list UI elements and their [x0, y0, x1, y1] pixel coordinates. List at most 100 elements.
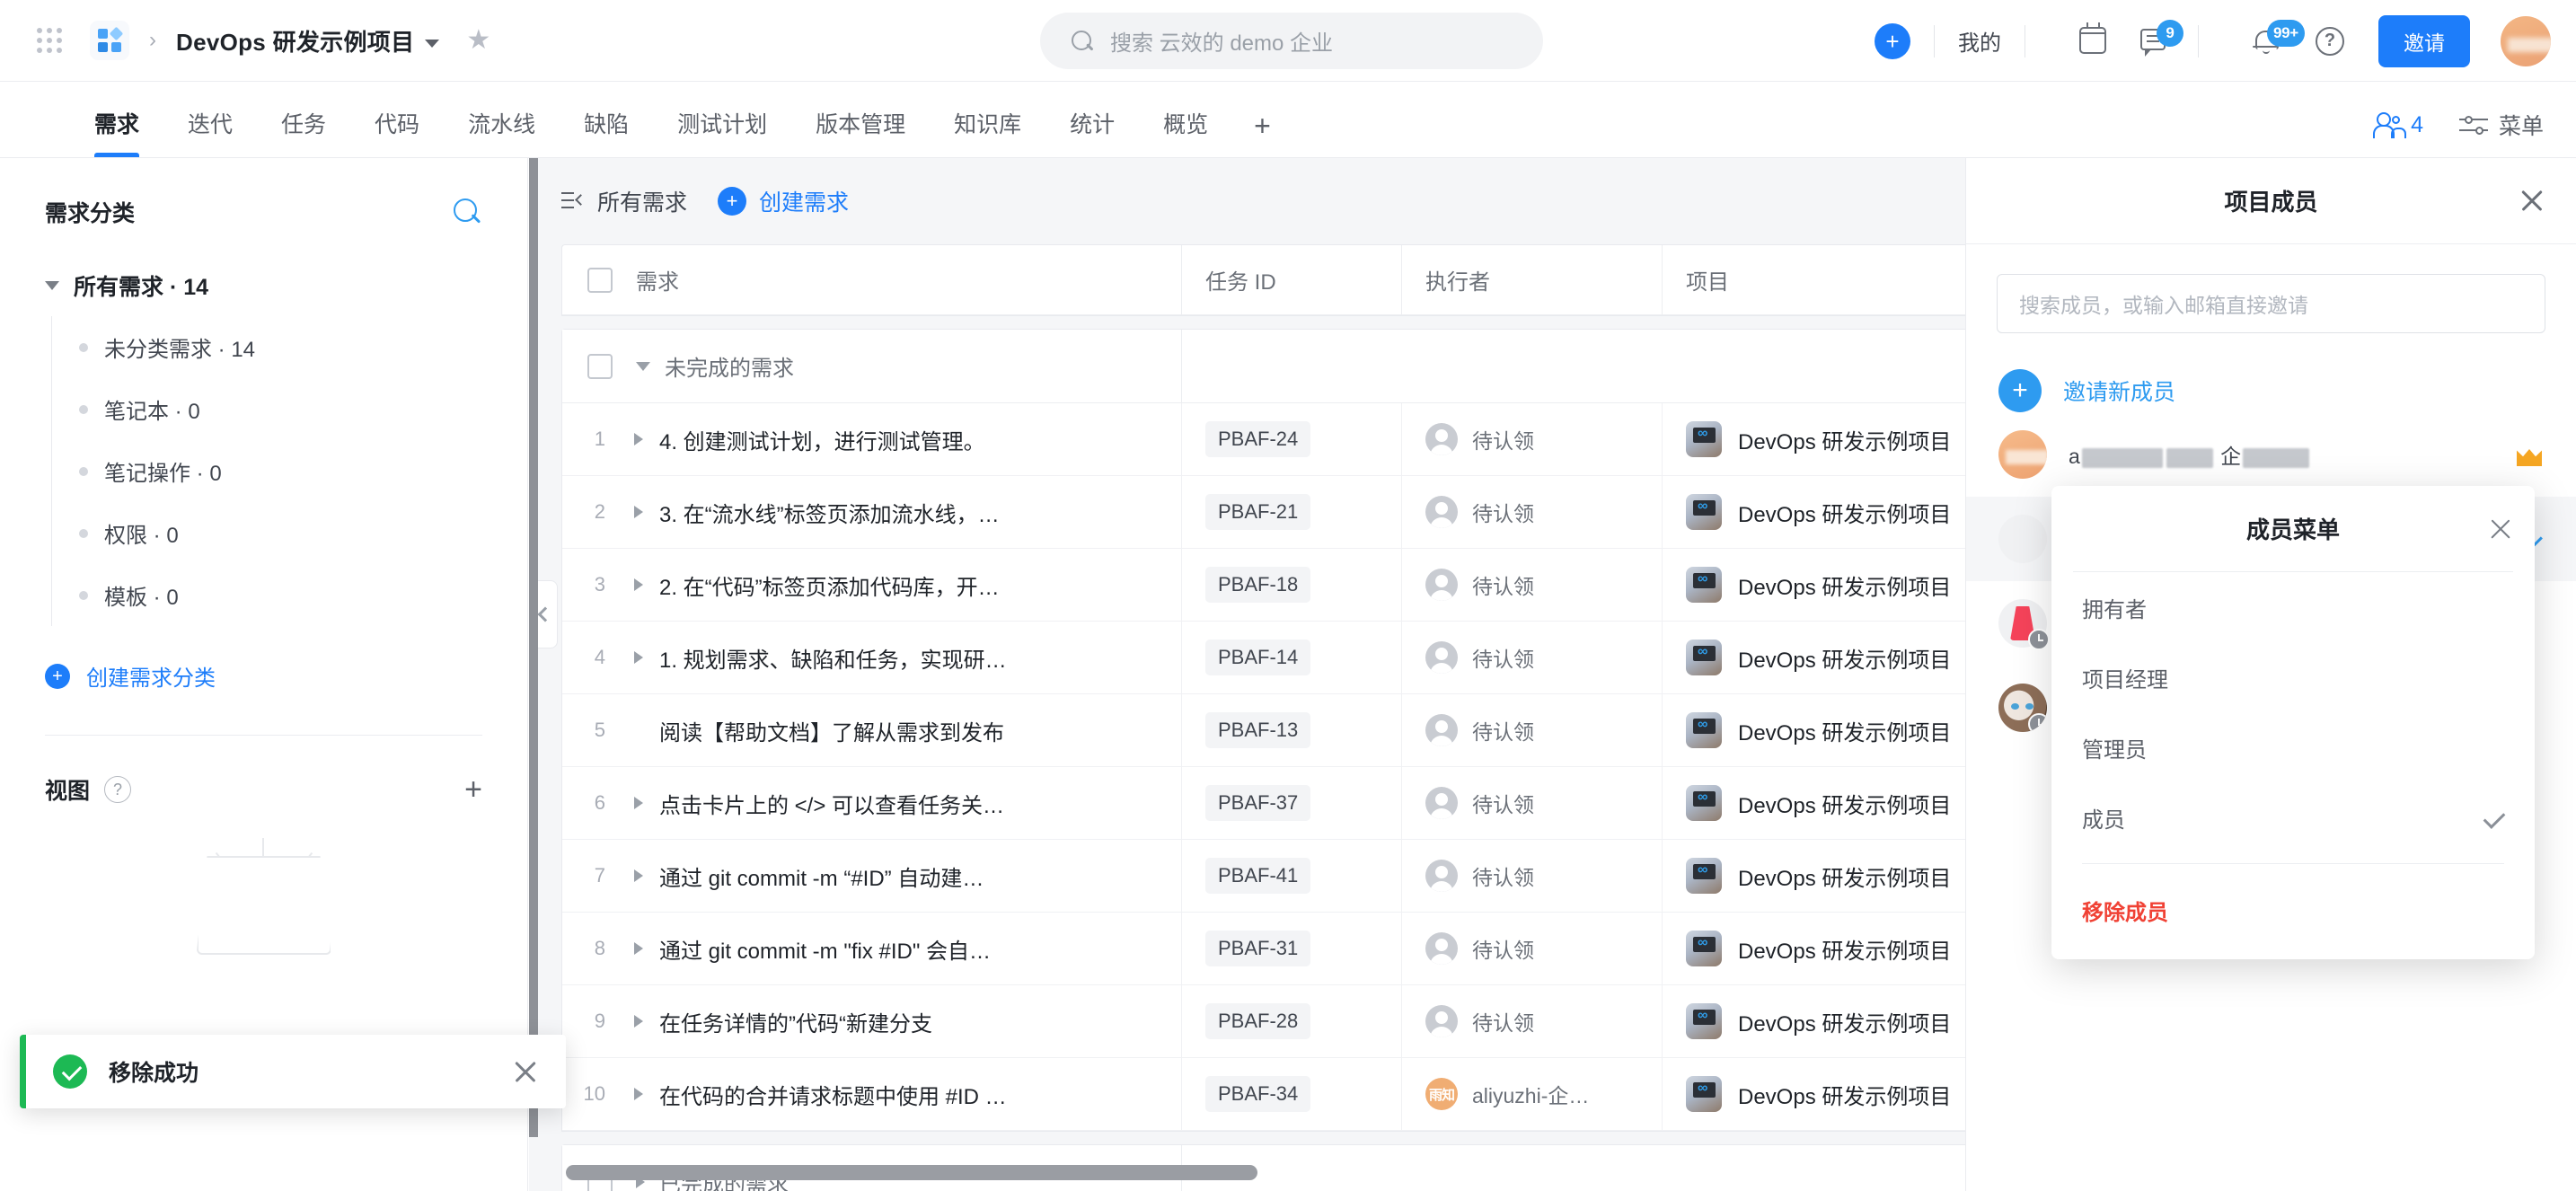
chevron-down-icon[interactable] [425, 40, 440, 49]
global-search-input[interactable]: 搜索 云效的 demo 企业 [1040, 13, 1543, 69]
calendar-button[interactable] [2076, 22, 2112, 59]
cell-assignee[interactable]: 待认领 [1402, 403, 1663, 475]
tab-statistics[interactable]: 统计 [1045, 107, 1139, 157]
chevron-right-icon[interactable] [634, 1015, 643, 1028]
horizontal-scrollbar[interactable] [566, 1165, 1257, 1180]
project-menu-button[interactable]: 菜单 [2458, 109, 2544, 141]
breadcrumb[interactable]: 所有需求 [597, 185, 687, 217]
member-search-input[interactable]: 搜索成员，或输入邮箱直接邀请 [1997, 274, 2545, 333]
chevron-right-icon[interactable] [634, 797, 643, 809]
sidebar-item-templates[interactable]: 模板 · 0 [52, 564, 482, 626]
tab-code[interactable]: 代码 [350, 107, 444, 157]
table-row[interactable]: 10 在代码的合并请求标题中使用 #ID … PBAF-34 雨知 aliyuz… [562, 1058, 1965, 1131]
favorite-star-icon[interactable]: ★ [466, 27, 490, 54]
avatar [1425, 860, 1458, 892]
add-view-button[interactable]: + [464, 774, 482, 805]
task-id-chip[interactable]: PBAF-37 [1205, 785, 1311, 821]
tab-requirements[interactable]: 需求 [70, 107, 163, 157]
cell-assignee[interactable]: 待认领 [1402, 985, 1663, 1057]
sidebar-item-note-operations[interactable]: 笔记操作 · 0 [52, 440, 482, 502]
grid-dots-icon[interactable] [34, 25, 65, 56]
chevron-down-icon[interactable] [45, 281, 59, 290]
chevron-right-icon[interactable] [634, 942, 643, 955]
close-icon[interactable] [512, 1058, 539, 1085]
menu-item-member[interactable]: 成员 [2051, 782, 2535, 852]
menu-item-remove-member[interactable]: 移除成员 [2051, 875, 2535, 945]
member-row-owner[interactable]: a 企 [1966, 412, 2576, 497]
menu-item-admin[interactable]: 管理员 [2051, 712, 2535, 782]
requirements-table-scroll[interactable]: 需求 任务 ID 执行者 项目 未完成的需求 1 4. 创建测试计划，进行测试管… [561, 244, 1965, 1191]
tab-iterations[interactable]: 迭代 [163, 107, 257, 157]
sidebar-item-permissions[interactable]: 权限 · 0 [52, 502, 482, 564]
invite-button[interactable]: 邀请 [2378, 14, 2470, 67]
chevron-right-icon[interactable] [634, 869, 643, 882]
cell-assignee[interactable]: 待认领 [1402, 622, 1663, 693]
tab-overview[interactable]: 概览 [1139, 107, 1232, 157]
project-members-button[interactable]: 4 [2373, 111, 2423, 138]
help-button[interactable]: ? [2312, 23, 2348, 59]
chevron-right-icon[interactable] [634, 578, 643, 591]
close-icon[interactable] [2488, 516, 2513, 542]
table-row[interactable]: 6 点击卡片上的 </> 可以查看任务关… PBAF-37 待认领 DevOps… [562, 767, 1965, 840]
menu-item-owner[interactable]: 拥有者 [2051, 572, 2535, 642]
messages-button[interactable]: 9 [2139, 19, 2183, 59]
chevron-right-icon[interactable] [634, 506, 643, 518]
user-avatar[interactable] [2501, 15, 2551, 66]
cell-assignee[interactable]: 待认领 [1402, 767, 1663, 839]
close-icon[interactable] [2519, 187, 2545, 214]
cell-assignee[interactable]: 待认领 [1402, 840, 1663, 912]
invite-new-member-button[interactable]: + 邀请新成员 [1966, 333, 2576, 412]
table-row[interactable]: 9 在任务详情的”代码“新建分支 PBAF-28 待认领 DevOps 研发示例… [562, 985, 1965, 1058]
chevron-down-icon[interactable] [636, 361, 650, 371]
tab-knowledge-base[interactable]: 知识库 [930, 107, 1045, 157]
task-id-chip[interactable]: PBAF-41 [1205, 858, 1311, 894]
table-row[interactable]: 8 通过 git commit -m "fix #ID" 会自… PBAF-31… [562, 913, 1965, 985]
tab-version-management[interactable]: 版本管理 [791, 107, 930, 157]
create-requirement-button[interactable]: + 创建需求 [718, 185, 849, 217]
cell-assignee[interactable]: 待认领 [1402, 549, 1663, 621]
sidebar-item-all-requirements[interactable]: 所有需求 · 14 [45, 255, 482, 316]
task-id-chip[interactable]: PBAF-31 [1205, 931, 1311, 966]
menu-item-project-manager[interactable]: 项目经理 [2051, 642, 2535, 712]
group-select-checkbox[interactable] [587, 353, 613, 379]
sidebar-item-notebook[interactable]: 笔记本 · 0 [52, 378, 482, 440]
chevron-right-icon[interactable] [634, 651, 643, 664]
cell-assignee[interactable]: 待认领 [1402, 694, 1663, 766]
task-id-chip[interactable]: PBAF-21 [1205, 494, 1311, 530]
sidebar-item-uncategorized[interactable]: 未分类需求 · 14 [52, 316, 482, 378]
table-row[interactable]: 1 4. 创建测试计划，进行测试管理。 PBAF-24 待认领 DevOps 研… [562, 403, 1965, 476]
task-id-chip[interactable]: PBAF-13 [1205, 712, 1311, 748]
tab-test-plans[interactable]: 测试计划 [653, 107, 791, 157]
cell-assignee[interactable]: 雨知 aliyuzhi-企… [1402, 1058, 1663, 1130]
task-id-chip[interactable]: PBAF-14 [1205, 640, 1311, 675]
project-logo-icon[interactable] [90, 21, 129, 60]
table-row[interactable]: 3 2. 在“代码”标签页添加代码库，开… PBAF-18 待认领 DevOps… [562, 549, 1965, 622]
tab-tasks[interactable]: 任务 [257, 107, 350, 157]
table-row[interactable]: 7 通过 git commit -m “#ID” 自动建… PBAF-41 待认… [562, 840, 1965, 913]
tab-defects[interactable]: 缺陷 [560, 107, 653, 157]
help-icon[interactable]: ? [104, 776, 132, 803]
chevron-right-icon[interactable] [634, 433, 643, 446]
tab-pipelines[interactable]: 流水线 [444, 107, 560, 157]
task-id-chip[interactable]: PBAF-28 [1205, 1003, 1311, 1039]
task-id-chip[interactable]: PBAF-34 [1205, 1076, 1311, 1112]
task-id-chip[interactable]: PBAF-18 [1205, 567, 1311, 603]
my-work-link[interactable]: 我的 [1958, 25, 2001, 57]
notifications-button[interactable]: 99+ [2249, 19, 2305, 59]
cell-assignee[interactable]: 待认领 [1402, 476, 1663, 548]
project-title[interactable]: DevOps 研发示例项目 [176, 24, 440, 57]
task-id-chip[interactable]: PBAF-24 [1205, 421, 1311, 457]
cell-assignee[interactable]: 待认领 [1402, 913, 1663, 984]
chevron-right-icon[interactable] [634, 1088, 643, 1100]
table-row[interactable]: 4 1. 规划需求、缺陷和任务，实现研… PBAF-14 待认领 DevOps … [562, 622, 1965, 694]
select-all-checkbox[interactable] [587, 267, 613, 293]
add-tab-button[interactable]: + [1232, 110, 1292, 157]
add-button[interactable]: + [1875, 22, 1910, 59]
list-collapse-icon[interactable] [561, 192, 587, 210]
search-icon[interactable] [452, 197, 482, 227]
group-row-unfinished[interactable]: 未完成的需求 [562, 330, 1965, 403]
create-category-button[interactable]: + 创建需求分类 [45, 626, 482, 692]
table-row[interactable]: 2 3. 在“流水线”标签页添加流水线，… PBAF-21 待认领 DevOps… [562, 476, 1965, 549]
vertical-scrollbar[interactable] [529, 158, 538, 1137]
table-row[interactable]: 5 阅读【帮助文档】了解从需求到发布 PBAF-13 待认领 DevOps 研发… [562, 694, 1965, 767]
